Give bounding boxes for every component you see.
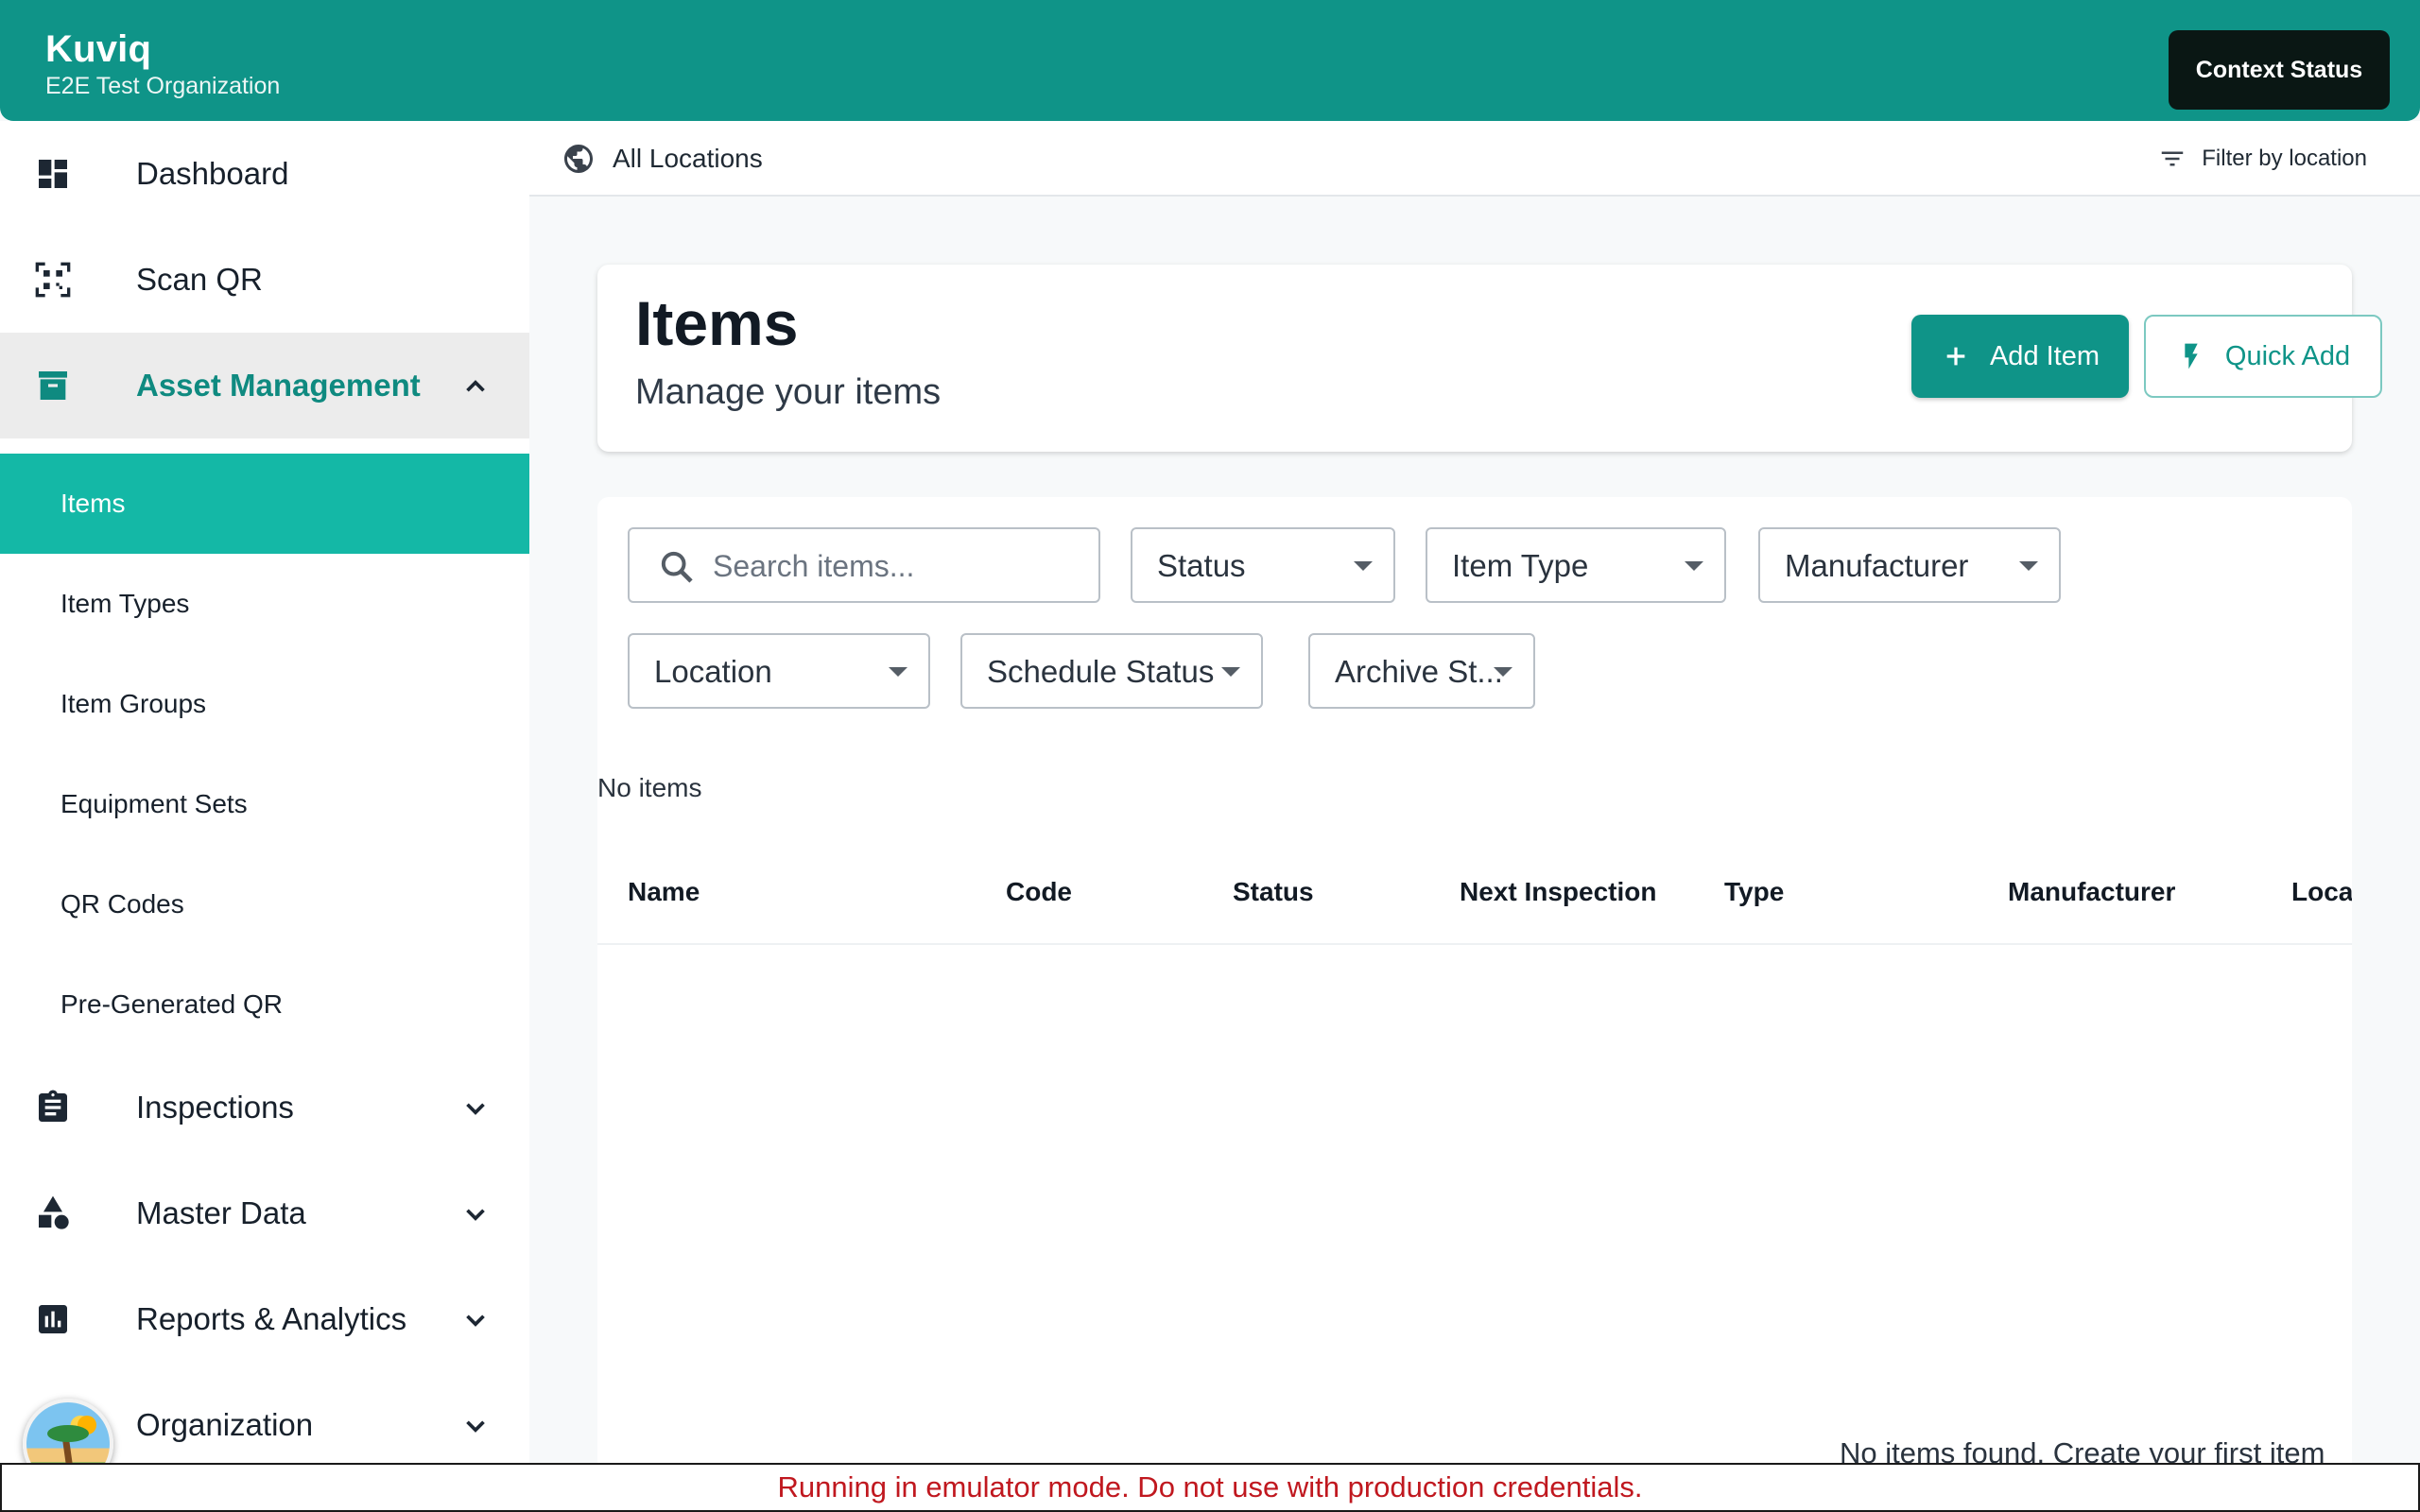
- organization-name: E2E Test Organization: [45, 73, 281, 99]
- archive-status-select-label: Archive St...: [1335, 654, 1503, 689]
- sidebar-label-organization: Organization: [136, 1407, 314, 1442]
- plus-icon: [1946, 347, 1965, 366]
- column-header-status[interactable]: Status: [1233, 877, 1314, 907]
- brand-title: Kuviq: [45, 28, 152, 70]
- sidebar-item-inspections[interactable]: Inspections: [0, 1055, 529, 1160]
- add-item-button[interactable]: Add Item: [1911, 315, 2129, 398]
- items-table: Name Code Status Next Inspection Type Ma…: [597, 839, 2352, 1463]
- schedule-status-select[interactable]: Schedule Status: [960, 633, 1263, 709]
- page-title: Items: [635, 288, 799, 358]
- sidebar-sublabel-pre-generated-qr: Pre-Generated QR: [60, 989, 283, 1019]
- sidebar-label-dashboard: Dashboard: [136, 156, 289, 191]
- avatar-palm-leaf: [47, 1425, 89, 1442]
- chevron-up-icon[interactable]: [459, 370, 492, 403]
- column-header-name[interactable]: Name: [628, 877, 700, 907]
- item-type-select[interactable]: Item Type: [1426, 527, 1726, 603]
- add-item-label: Add Item: [1989, 340, 2100, 371]
- location-select-label: Location: [654, 654, 772, 689]
- bar-chart-icon: [39, 1305, 67, 1333]
- chevron-down-icon[interactable]: [459, 1410, 492, 1442]
- sidebar-subitem-item-groups[interactable]: Item Groups: [0, 654, 529, 754]
- column-header-code[interactable]: Code: [1006, 877, 1072, 907]
- sidebar-subitem-item-types[interactable]: Item Types: [0, 554, 529, 654]
- chevron-down-icon[interactable]: [459, 1092, 492, 1125]
- search-icon: [661, 551, 693, 583]
- status-select-label: Status: [1157, 548, 1246, 583]
- sidebar: Dashboard Scan QR Asset Management Items…: [0, 121, 529, 1463]
- qr-scan-icon: [35, 262, 71, 298]
- filter-by-location-label: Filter by location: [2202, 146, 2367, 171]
- caret-down-icon: [1354, 561, 1373, 571]
- page-subtitle: Manage your items: [635, 372, 942, 412]
- sidebar-sublabel-qr-codes: QR Codes: [60, 889, 184, 919]
- sidebar-label-scan-qr: Scan QR: [136, 262, 263, 297]
- sidebar-label-master-data: Master Data: [136, 1195, 306, 1230]
- sidebar-subitem-qr-codes[interactable]: QR Codes: [0, 854, 529, 954]
- page-header-card: Items Manage your items Add Item Quick A…: [597, 265, 2382, 452]
- main-content: All Locations Filter by location Items M…: [529, 121, 2420, 1463]
- sidebar-item-asset-management[interactable]: Asset Management: [0, 333, 529, 438]
- filters-card: Status Item Type Manufacturer Location S…: [597, 497, 2352, 860]
- filter-by-location-button[interactable]: Filter by location: [2158, 138, 2367, 180]
- sidebar-subitem-items[interactable]: Items: [0, 454, 529, 554]
- location-label[interactable]: All Locations: [613, 144, 763, 174]
- sidebar-label-reports: Reports & Analytics: [136, 1301, 407, 1336]
- caret-down-icon: [1221, 667, 1240, 677]
- sidebar-item-scan-qr[interactable]: Scan QR: [0, 227, 529, 333]
- emulator-warning-banner: Running in emulator mode. Do not use wit…: [0, 1463, 2420, 1512]
- chevron-down-icon[interactable]: [459, 1198, 492, 1230]
- chevron-down-icon[interactable]: [459, 1304, 492, 1336]
- sidebar-sublabel-item-groups: Item Groups: [60, 689, 207, 718]
- sidebar-sublabel-item-types: Item Types: [60, 589, 190, 618]
- manufacturer-select-label: Manufacturer: [1785, 548, 1969, 583]
- column-header-location[interactable]: Loca: [2291, 877, 2352, 907]
- schedule-status-select-label: Schedule Status: [987, 654, 1215, 689]
- lightning-bolt-icon: [2185, 343, 2198, 369]
- location-bar: All Locations Filter by location: [529, 121, 2420, 197]
- column-header-manufacturer[interactable]: Manufacturer: [2008, 877, 2175, 907]
- search-input[interactable]: [713, 542, 1081, 590]
- globe-icon: [564, 145, 593, 173]
- item-type-select-label: Item Type: [1452, 548, 1589, 583]
- empty-state-message: No items found. Create your first item: [1840, 1436, 2325, 1463]
- search-box[interactable]: [628, 527, 1100, 603]
- quick-add-button[interactable]: Quick Add: [2144, 315, 2382, 398]
- sidebar-sublabel-items: Items: [60, 489, 126, 518]
- caret-down-icon: [889, 667, 908, 677]
- shapes-icon: [39, 1195, 69, 1229]
- location-select[interactable]: Location: [628, 633, 930, 709]
- caret-down-icon: [2019, 561, 2038, 571]
- column-header-type[interactable]: Type: [1724, 877, 1784, 907]
- column-header-next-inspection[interactable]: Next Inspection: [1460, 877, 1656, 907]
- manufacturer-select[interactable]: Manufacturer: [1758, 527, 2061, 603]
- sidebar-label-inspections: Inspections: [136, 1090, 294, 1125]
- sidebar-sublabel-equipment-sets: Equipment Sets: [60, 789, 248, 818]
- filter-icon: [2162, 151, 2184, 166]
- sidebar-label-asset-management: Asset Management: [136, 368, 421, 403]
- emulator-warning-text: Running in emulator mode. Do not use wit…: [777, 1470, 1643, 1503]
- sidebar-subitem-pre-generated-qr[interactable]: Pre-Generated QR: [0, 954, 529, 1055]
- context-status-button[interactable]: Context Status: [2169, 30, 2390, 110]
- dashboard-icon: [39, 160, 67, 188]
- sidebar-item-dashboard[interactable]: Dashboard: [0, 121, 529, 227]
- app-header: Kuviq E2E Test Organization Context Stat…: [0, 0, 2420, 121]
- sidebar-subitem-equipment-sets[interactable]: Equipment Sets: [0, 754, 529, 854]
- archive-box-icon: [39, 371, 67, 400]
- archive-status-select[interactable]: Archive St...: [1308, 633, 1535, 709]
- caret-down-icon: [1494, 667, 1512, 677]
- sidebar-item-master-data[interactable]: Master Data: [0, 1160, 529, 1266]
- caret-down-icon: [1685, 561, 1703, 571]
- sidebar-item-reports[interactable]: Reports & Analytics: [0, 1266, 529, 1372]
- clipboard-icon: [39, 1090, 67, 1122]
- results-count: No items: [597, 773, 702, 802]
- table-header-row: Name Code Status Next Inspection Type Ma…: [597, 839, 2352, 945]
- status-select[interactable]: Status: [1131, 527, 1395, 603]
- quick-add-label: Quick Add: [2224, 340, 2351, 371]
